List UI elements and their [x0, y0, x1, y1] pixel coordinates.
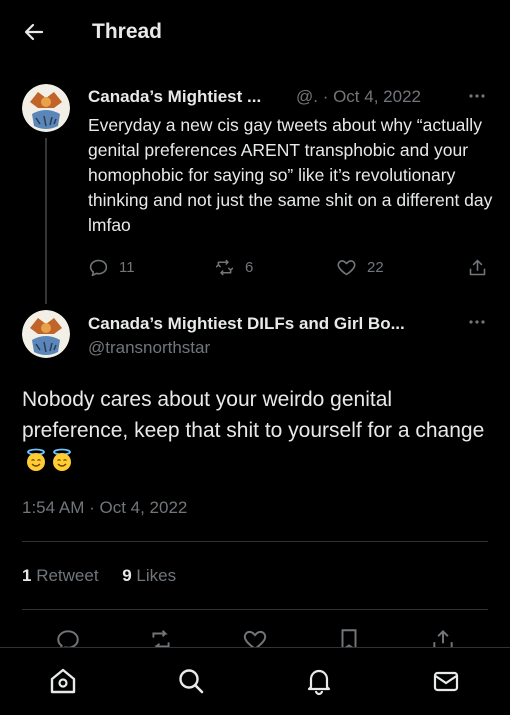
reply-icon — [89, 259, 108, 276]
more-options-icon[interactable] — [467, 86, 487, 106]
retweet-stat-label[interactable]: Retweet — [36, 566, 98, 585]
tweet-text: Everyday a new cis gay tweets about why … — [88, 115, 493, 235]
like-button[interactable]: 22 — [336, 256, 384, 278]
share-button[interactable] — [467, 256, 498, 278]
divider — [22, 609, 488, 610]
author-name[interactable]: Canada’s Mightiest ... — [88, 87, 261, 107]
divider — [22, 541, 488, 542]
retweet-stat-count[interactable]: 1 — [22, 566, 31, 585]
like-stat-count[interactable]: 9 — [122, 566, 131, 585]
author-name[interactable]: Canada’s Mightiest DILFs and Girl Bo... — [88, 314, 405, 334]
retweet-count: 6 — [245, 258, 254, 276]
search-icon[interactable] — [176, 666, 206, 696]
avatar[interactable] — [22, 84, 70, 132]
reply-button[interactable]: 11 — [88, 256, 135, 278]
avatar[interactable] — [22, 310, 70, 358]
like-count: 22 — [367, 258, 384, 276]
retweet-icon — [215, 259, 234, 275]
messages-envelope-icon[interactable] — [431, 666, 461, 696]
reply-count: 11 — [119, 258, 135, 276]
home-icon[interactable] — [48, 666, 78, 696]
retweet-button[interactable]: 6 — [214, 256, 253, 278]
tweet-meta[interactable]: @. · Oct 4, 2022 — [296, 87, 421, 107]
like-stat-label[interactable]: Likes — [136, 566, 176, 585]
tweet-timestamp[interactable]: 1:54 AM · Oct 4, 2022 — [22, 498, 187, 518]
heart-icon — [337, 259, 356, 275]
page-title: Thread — [92, 20, 163, 43]
main-tweet-text: Nobody cares about your weirdo genital p… — [22, 384, 492, 477]
bottom-navigation — [0, 647, 510, 715]
notifications-bell-icon[interactable] — [304, 666, 334, 696]
thread-connector-line — [45, 138, 47, 304]
share-icon — [469, 259, 486, 275]
smiling-face-with-halo-icon — [27, 448, 45, 471]
main-tweet-body: Nobody cares about your weirdo genital p… — [22, 388, 485, 442]
smiling-face-with-halo-icon — [53, 448, 71, 471]
top-bar: Thread — [0, 0, 510, 66]
author-handle[interactable]: @transnorthstar — [88, 338, 210, 358]
back-arrow-icon[interactable] — [22, 20, 46, 44]
more-options-icon[interactable] — [467, 312, 487, 332]
engagement-stats: 1 Retweet 9 Likes — [22, 566, 176, 586]
